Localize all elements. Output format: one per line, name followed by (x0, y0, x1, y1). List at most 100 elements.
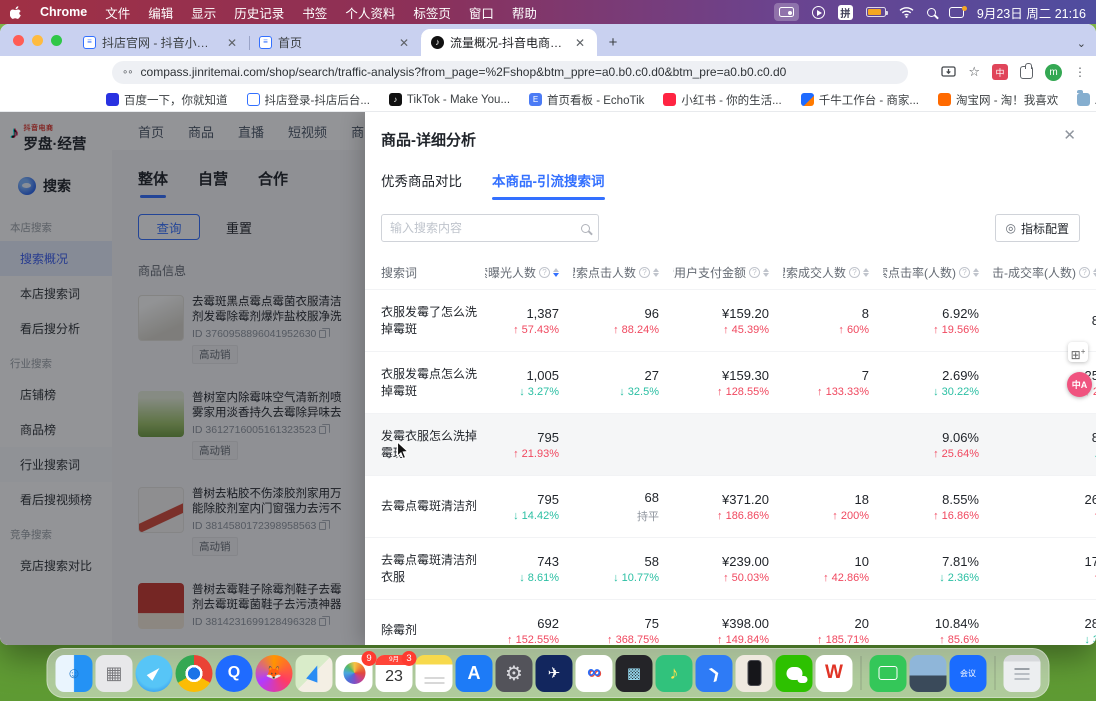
menubar-clock[interactable]: 9月23日 周二 21:16 (977, 3, 1086, 22)
dock-icon-finder[interactable] (56, 655, 93, 692)
menubar-item[interactable]: 标签页 (413, 3, 451, 22)
modal-close-icon[interactable]: ✕ (1063, 126, 1076, 144)
site-info-icon[interactable]: ∘∘ (122, 67, 133, 78)
sort-asc-icon[interactable] (553, 268, 559, 272)
help-icon[interactable]: ? (849, 267, 860, 278)
extensions-icon[interactable] (1020, 66, 1033, 79)
column-header[interactable]: 搜索点击人数? (573, 264, 673, 281)
dock-icon-wechat[interactable] (776, 655, 813, 692)
help-icon[interactable]: ? (749, 267, 760, 278)
table-row[interactable]: 去霉点霉斑清洁剂衣服743↓ 8.61%58↓ 10.77%¥239.00↑ 5… (365, 537, 1096, 599)
bookmark-item[interactable]: 千牛工作台 - 商家... (801, 92, 919, 108)
sort-desc-icon[interactable] (553, 273, 559, 277)
tab-close-icon[interactable]: ✕ (573, 36, 587, 50)
browser-tab[interactable]: ≡首页✕ (249, 29, 421, 56)
sort-icons[interactable] (763, 268, 769, 277)
dock-icon-iphone-mirroring[interactable] (736, 655, 773, 692)
column-header[interactable]: 搜索曝光人数? (485, 264, 573, 281)
menubar-item[interactable]: 个人资料 (345, 3, 395, 22)
translate-float-button[interactable]: 中A (1067, 372, 1092, 397)
dock-icon-capcut[interactable] (616, 655, 653, 692)
menubar-item[interactable]: 文件 (105, 3, 130, 22)
help-icon[interactable]: ? (639, 267, 650, 278)
browser-tab[interactable]: ♪流量概况-抖音电商罗盘✕ (421, 29, 597, 56)
bookmark-item[interactable]: 抖店登录-抖店后台... (247, 92, 370, 108)
user-switch-icon[interactable] (949, 3, 964, 21)
spotlight-search-icon[interactable] (927, 3, 936, 21)
install-pwa-icon[interactable] (941, 66, 956, 79)
wifi-icon[interactable] (899, 3, 914, 21)
dock-icon-chat-app[interactable] (870, 655, 907, 692)
menubar-item[interactable]: 书签 (302, 3, 327, 22)
browser-tab[interactable]: ≡抖店官网 - 抖音小店，抖音电...✕ (73, 29, 249, 56)
sort-icons[interactable] (863, 268, 869, 277)
dock-icon-app-store[interactable] (456, 655, 493, 692)
profile-avatar[interactable]: m (1045, 64, 1062, 81)
table-row[interactable]: 衣服发霉点怎么洗掉霉斑1,005↓ 3.27%27↓ 32.5%¥159.30↑… (365, 351, 1096, 413)
menubar-item[interactable]: 显示 (191, 3, 216, 22)
table-row[interactable]: 发霉衣服怎么洗掉霉斑795↑ 21.93%9.06%↑ 25.64%8↓ (365, 413, 1096, 475)
sort-icons[interactable] (653, 268, 659, 277)
column-header[interactable]: 搜索用户支付金额? (673, 264, 783, 281)
widget-grid-icon[interactable]: ⊞+ (1068, 342, 1088, 362)
dock-icon-baidu-netdisk[interactable] (576, 655, 613, 692)
menubar-item[interactable]: 窗口 (469, 3, 494, 22)
dock-icon-safari[interactable] (136, 655, 173, 692)
tab-close-icon[interactable]: ✕ (225, 36, 239, 50)
translate-extension-icon[interactable]: 中 (992, 64, 1008, 80)
table-row[interactable]: 衣服发霉了怎么洗掉霉斑1,387↑ 57.43%96↑ 88.24%¥159.2… (365, 289, 1096, 351)
sort-desc-icon[interactable] (863, 273, 869, 277)
dock-icon-chrome[interactable] (176, 655, 213, 692)
help-icon[interactable]: ? (539, 267, 550, 278)
sort-icons[interactable] (553, 268, 559, 277)
dock-icon-trash[interactable] (1004, 655, 1041, 692)
bookmark-item[interactable]: AI大神 (1077, 92, 1096, 108)
search-icon[interactable] (581, 224, 590, 233)
dock-icon-thunder[interactable] (536, 655, 573, 692)
sort-desc-icon[interactable] (763, 273, 769, 277)
dock-icon-tencent-meeting[interactable] (950, 655, 987, 692)
metric-config-button[interactable]: ◎ 指标配置 (995, 214, 1081, 242)
input-method-icon[interactable]: 拼 (838, 5, 853, 20)
modal-tab-优秀商品对比[interactable]: 优秀商品对比 (381, 170, 462, 200)
menubar-item[interactable]: 历史记录 (234, 3, 284, 22)
dock-icon-wps-office[interactable] (816, 655, 853, 692)
dock-icon-launchpad[interactable] (96, 655, 133, 692)
help-icon[interactable]: ? (1079, 267, 1090, 278)
apple-icon[interactable] (10, 3, 22, 21)
menubar-app-name[interactable]: Chrome (40, 5, 87, 19)
tab-close-icon[interactable]: ✕ (397, 36, 411, 50)
dock-icon-screens-app[interactable] (910, 655, 947, 692)
dock-icon-system-settings[interactable] (496, 655, 533, 692)
dock-icon-firefox[interactable] (256, 655, 293, 692)
table-row[interactable]: 除霉剂692↑ 152.55%75↑ 368.75%¥398.00↑ 149.8… (365, 599, 1096, 645)
minimize-window-button[interactable] (32, 35, 43, 46)
browser-menu-icon[interactable]: ⋮ (1074, 65, 1086, 79)
dock-icon-maps[interactable] (296, 655, 333, 692)
bookmark-item[interactable]: 淘宝网 - 淘！我喜欢 (938, 92, 1058, 108)
dock-icon-quark-browser[interactable] (216, 655, 253, 692)
bookmark-item[interactable]: 小红书 - 你的生活... (663, 92, 781, 108)
column-header[interactable]: 搜索成交人数? (783, 264, 883, 281)
dock-icon-qq-music[interactable] (656, 655, 693, 692)
battery-icon[interactable] (866, 3, 886, 21)
sort-asc-icon[interactable] (653, 268, 659, 272)
bookmark-item[interactable]: ♪TikTok - Make You... (389, 92, 510, 108)
close-window-button[interactable] (13, 35, 24, 46)
sort-asc-icon[interactable] (863, 268, 869, 272)
sort-asc-icon[interactable] (973, 268, 979, 272)
address-bar[interactable]: ∘∘ compass.jinritemai.com/shop/search/tr… (112, 61, 908, 84)
modal-tab-本商品-引流搜索词[interactable]: 本商品-引流搜索词 (492, 170, 605, 200)
media-play-icon[interactable] (812, 3, 825, 21)
table-row[interactable]: 去霉点霉斑清洁剂795↓ 14.42%68持平¥371.20↑ 186.86%1… (365, 475, 1096, 537)
dock-icon-notes[interactable] (416, 655, 453, 692)
help-icon[interactable]: ? (959, 267, 970, 278)
column-header[interactable]: 搜索点击-成交率(人数)? (993, 264, 1096, 281)
bookmark-star-icon[interactable]: ☆ (968, 64, 980, 80)
dock-icon-calendar[interactable]: 9月233 (376, 655, 413, 692)
menubar-item[interactable]: 编辑 (148, 3, 173, 22)
menubar-item[interactable]: 帮助 (512, 3, 537, 22)
dock-icon-photos[interactable]: 9 (336, 655, 373, 692)
zoom-window-button[interactable] (51, 35, 62, 46)
keyword-search-input[interactable] (390, 221, 575, 235)
